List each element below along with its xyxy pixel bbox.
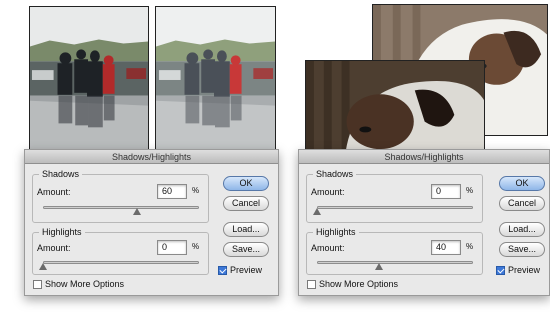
shadows-highlights-dialog-1: Shadows/Highlights Shadows Amount: 60 % … [24, 149, 279, 296]
shadows-amount-label: Amount: [311, 187, 345, 197]
highlights-amount-field[interactable]: 40 [431, 240, 461, 255]
family-photo-before [29, 6, 149, 152]
shadows-percent-sign: % [466, 186, 474, 195]
preview-checkbox[interactable] [218, 266, 227, 275]
shadows-slider-track[interactable] [317, 206, 473, 209]
show-more-options-checkbox[interactable] [33, 280, 42, 289]
shadows-legend: Shadows [313, 168, 357, 180]
shadows-percent-sign: % [192, 186, 200, 195]
highlights-legend: Highlights [313, 226, 359, 238]
highlights-amount-label: Amount: [37, 243, 71, 253]
cancel-button[interactable]: Cancel [223, 196, 269, 211]
highlights-percent-sign: % [466, 242, 474, 251]
cancel-button[interactable]: Cancel [499, 196, 545, 211]
shadows-amount-label: Amount: [37, 187, 71, 197]
preview-label: Preview [230, 265, 263, 275]
preview-label: Preview [508, 265, 541, 275]
show-more-options-label: Show More Options [45, 279, 125, 289]
highlights-group: Highlights Amount: 0 % [32, 226, 209, 275]
load-button[interactable]: Load... [499, 222, 545, 237]
shadows-slider-track[interactable] [43, 206, 199, 209]
load-button[interactable]: Load... [223, 222, 269, 237]
shadows-amount-field[interactable]: 60 [157, 184, 187, 199]
dialog-title: Shadows/Highlights [299, 150, 549, 164]
shadows-legend: Shadows [39, 168, 83, 180]
highlights-group: Highlights Amount: 40 % [306, 226, 483, 275]
dialog-title: Shadows/Highlights [25, 150, 278, 164]
shadows-slider-thumb[interactable] [313, 208, 321, 215]
highlights-slider-thumb[interactable] [39, 263, 47, 270]
highlights-amount-field[interactable]: 0 [157, 240, 187, 255]
family-photo-after [155, 6, 276, 152]
highlights-amount-label: Amount: [311, 243, 345, 253]
ok-button[interactable]: OK [223, 176, 269, 191]
show-more-options-label: Show More Options [319, 279, 399, 289]
highlights-slider-track[interactable] [317, 261, 473, 264]
highlights-slider-track[interactable] [43, 261, 199, 264]
shadows-group: Shadows Amount: 60 % [32, 168, 209, 223]
shadows-slider-thumb[interactable] [132, 208, 141, 215]
save-button[interactable]: Save... [499, 242, 545, 257]
highlights-slider-thumb[interactable] [375, 263, 384, 270]
shadows-group: Shadows Amount: 0 % [306, 168, 483, 223]
shadows-highlights-dialog-2: Shadows/Highlights Shadows Amount: 0 % H… [298, 149, 550, 296]
show-more-options-checkbox[interactable] [307, 280, 316, 289]
dog-photo-before [305, 60, 485, 153]
save-button[interactable]: Save... [223, 242, 269, 257]
highlights-percent-sign: % [192, 242, 200, 251]
preview-checkbox[interactable] [496, 266, 505, 275]
ok-button[interactable]: OK [499, 176, 545, 191]
highlights-legend: Highlights [39, 226, 85, 238]
shadows-amount-field[interactable]: 0 [431, 184, 461, 199]
